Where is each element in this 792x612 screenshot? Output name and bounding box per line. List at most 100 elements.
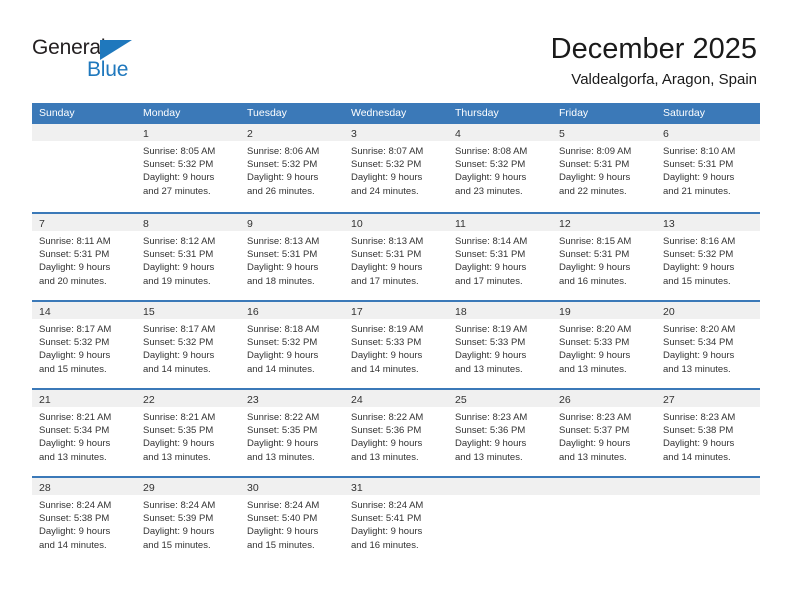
day-cell-28[interactable]: 28 Sunrise: 8:24 AM Sunset: 5:38 PM Dayligh… (32, 478, 136, 564)
day-number-band: 1 (136, 124, 240, 141)
day-number: 27 (663, 394, 675, 406)
day-cell-14[interactable]: 14 Sunrise: 8:17 AM Sunset: 5:32 PM Dayligh… (32, 302, 136, 388)
day-detail-line: Sunset: 5:33 PM (559, 337, 630, 349)
day-detail-line: Sunrise: 8:18 AM (247, 324, 320, 335)
day-cell-26[interactable]: 26 Sunrise: 8:23 AM Sunset: 5:37 PM Dayligh… (552, 390, 656, 476)
day-cell-17[interactable]: 17 Sunrise: 8:19 AM Sunset: 5:33 PM Dayligh… (344, 302, 448, 388)
day-detail-line: Sunrise: 8:22 AM (247, 412, 320, 423)
day-detail-line: Sunset: 5:31 PM (143, 249, 214, 261)
day-details: Sunrise: 8:24 AM Sunset: 5:38 PM Daylight:… (32, 495, 136, 552)
day-cell-13[interactable]: 13 Sunrise: 8:16 AM Sunset: 5:32 PM Dayligh… (656, 214, 760, 300)
day-detail-line: Daylight: 9 hours (559, 350, 631, 362)
day-detail-line: Sunset: 5:31 PM (247, 249, 318, 261)
calendar-grid: Sunday Monday Tuesday Wednesday Thursday Frid… (32, 103, 760, 564)
day-number-band (552, 478, 656, 495)
logo-text-general: General (32, 36, 106, 59)
day-cell-30[interactable]: 30 Sunrise: 8:24 AM Sunset: 5:40 PM Dayligh… (240, 478, 344, 564)
general-blue-logo[interactable]: General Blue (32, 36, 182, 84)
day-detail-line: Daylight: 9 hours (247, 438, 319, 450)
title-block: December 2025 Valdealgorfa, Aragon, Spai… (551, 32, 757, 90)
day-cell-8[interactable]: 8 Sunrise: 8:12 AM Sunset: 5:31 PM Daylight… (136, 214, 240, 300)
day-detail-line: and 21 minutes. (663, 185, 731, 197)
day-cell-4[interactable]: 4 Sunrise: 8:08 AM Sunset: 5:32 PM Daylight… (448, 124, 552, 212)
day-detail-line: Sunrise: 8:11 AM (39, 236, 111, 247)
day-detail-line: Sunrise: 8:20 AM (663, 324, 736, 335)
day-details: Sunrise: 8:21 AM Sunset: 5:35 PM Daylight:… (136, 407, 240, 464)
day-cell-18[interactable]: 18 Sunrise: 8:19 AM Sunset: 5:33 PM Dayligh… (448, 302, 552, 388)
day-detail-line: Daylight: 9 hours (351, 262, 423, 274)
day-detail-line: Sunset: 5:34 PM (663, 337, 734, 349)
day-detail-line: and 27 minutes. (143, 185, 211, 197)
day-detail-line: and 20 minutes. (39, 275, 107, 287)
day-cell-6[interactable]: 6 Sunrise: 8:10 AM Sunset: 5:31 PM Daylight… (656, 124, 760, 212)
day-cell-12[interactable]: 12 Sunrise: 8:15 AM Sunset: 5:31 PM Dayligh… (552, 214, 656, 300)
day-cell-25[interactable]: 25 Sunrise: 8:23 AM Sunset: 5:36 PM Dayligh… (448, 390, 552, 476)
day-cell-16[interactable]: 16 Sunrise: 8:18 AM Sunset: 5:32 PM Dayligh… (240, 302, 344, 388)
day-cell-7[interactable]: 7 Sunrise: 8:11 AM Sunset: 5:31 PM Daylight… (32, 214, 136, 300)
day-detail-line: Daylight: 9 hours (247, 262, 319, 274)
page-header: General Blue December 2025 Valdealgorfa,… (0, 0, 792, 98)
day-cell-22[interactable]: 22 Sunrise: 8:21 AM Sunset: 5:35 PM Dayligh… (136, 390, 240, 476)
day-detail-line: Daylight: 9 hours (559, 262, 631, 274)
day-number-band: 26 (552, 390, 656, 407)
day-number: 13 (663, 218, 675, 230)
weekday-header-friday: Friday (559, 107, 589, 119)
day-detail-line: and 13 minutes. (455, 451, 523, 463)
day-details: Sunrise: 8:24 AM Sunset: 5:41 PM Daylight:… (344, 495, 448, 552)
day-cell-29[interactable]: 29 Sunrise: 8:24 AM Sunset: 5:39 PM Dayligh… (136, 478, 240, 564)
day-detail-line: Daylight: 9 hours (143, 350, 215, 362)
day-cell-24[interactable]: 24 Sunrise: 8:22 AM Sunset: 5:36 PM Dayligh… (344, 390, 448, 476)
day-number-band: 30 (240, 478, 344, 495)
day-cell-2[interactable]: 2 Sunrise: 8:06 AM Sunset: 5:32 PM Daylight… (240, 124, 344, 212)
day-detail-line: Sunset: 5:35 PM (143, 425, 214, 437)
day-number: 9 (247, 218, 253, 230)
day-cell-11[interactable]: 11 Sunrise: 8:14 AM Sunset: 5:31 PM Dayligh… (448, 214, 552, 300)
day-detail-line: Sunset: 5:32 PM (143, 337, 214, 349)
day-details (656, 495, 760, 499)
day-details: Sunrise: 8:05 AM Sunset: 5:32 PM Daylight:… (136, 141, 240, 198)
day-number-band: 18 (448, 302, 552, 319)
day-number: 11 (455, 218, 466, 230)
day-detail-line: Daylight: 9 hours (351, 350, 423, 362)
day-detail-line: Sunset: 5:38 PM (663, 425, 734, 437)
day-cell-15[interactable]: 15 Sunrise: 8:17 AM Sunset: 5:32 PM Dayligh… (136, 302, 240, 388)
day-cell-23[interactable]: 23 Sunrise: 8:22 AM Sunset: 5:35 PM Dayligh… (240, 390, 344, 476)
day-cell-10[interactable]: 10 Sunrise: 8:13 AM Sunset: 5:31 PM Dayligh… (344, 214, 448, 300)
day-cell-20[interactable]: 20 Sunrise: 8:20 AM Sunset: 5:34 PM Dayligh… (656, 302, 760, 388)
day-number-band: 22 (136, 390, 240, 407)
day-detail-line: Sunrise: 8:17 AM (143, 324, 216, 335)
day-detail-line: Sunrise: 8:22 AM (351, 412, 424, 423)
day-detail-line: Sunrise: 8:24 AM (39, 500, 112, 511)
day-detail-line: Sunset: 5:38 PM (39, 513, 110, 525)
day-detail-line: and 15 minutes. (663, 275, 731, 287)
day-details: Sunrise: 8:09 AM Sunset: 5:31 PM Daylight:… (552, 141, 656, 198)
day-cell-3[interactable]: 3 Sunrise: 8:07 AM Sunset: 5:32 PM Daylight… (344, 124, 448, 212)
day-cell-19[interactable]: 19 Sunrise: 8:20 AM Sunset: 5:33 PM Dayligh… (552, 302, 656, 388)
day-detail-line: and 18 minutes. (247, 275, 315, 287)
day-detail-line: Sunrise: 8:19 AM (455, 324, 528, 335)
day-detail-line: Sunset: 5:33 PM (351, 337, 422, 349)
day-detail-line: Sunset: 5:40 PM (247, 513, 318, 525)
day-detail-line: Sunrise: 8:07 AM (351, 146, 424, 157)
day-cell-27[interactable]: 27 Sunrise: 8:23 AM Sunset: 5:38 PM Dayligh… (656, 390, 760, 476)
day-details: Sunrise: 8:20 AM Sunset: 5:34 PM Daylight:… (656, 319, 760, 376)
day-detail-line: and 13 minutes. (663, 363, 731, 375)
day-detail-line: Sunrise: 8:23 AM (559, 412, 632, 423)
day-number: 30 (247, 482, 259, 494)
day-detail-line: Sunrise: 8:10 AM (663, 146, 736, 157)
day-details: Sunrise: 8:11 AM Sunset: 5:31 PM Daylight:… (32, 231, 136, 288)
day-number: 18 (455, 306, 467, 318)
day-cell-5[interactable]: 5 Sunrise: 8:09 AM Sunset: 5:31 PM Daylight… (552, 124, 656, 212)
day-cell-9[interactable]: 9 Sunrise: 8:13 AM Sunset: 5:31 PM Daylight… (240, 214, 344, 300)
day-detail-line: Daylight: 9 hours (455, 172, 527, 184)
day-detail-line: Sunrise: 8:23 AM (455, 412, 528, 423)
day-details: Sunrise: 8:08 AM Sunset: 5:32 PM Daylight:… (448, 141, 552, 198)
day-details: Sunrise: 8:15 AM Sunset: 5:31 PM Daylight:… (552, 231, 656, 288)
day-number: 8 (143, 218, 149, 230)
day-detail-line: and 15 minutes. (143, 539, 211, 551)
day-cell-31[interactable]: 31 Sunrise: 8:24 AM Sunset: 5:41 PM Dayligh… (344, 478, 448, 564)
day-cell-21[interactable]: 21 Sunrise: 8:21 AM Sunset: 5:34 PM Dayligh… (32, 390, 136, 476)
day-detail-line: and 23 minutes. (455, 185, 523, 197)
day-cell-1[interactable]: 1 Sunrise: 8:05 AM Sunset: 5:32 PM Daylight… (136, 124, 240, 212)
day-details: Sunrise: 8:13 AM Sunset: 5:31 PM Daylight:… (240, 231, 344, 288)
